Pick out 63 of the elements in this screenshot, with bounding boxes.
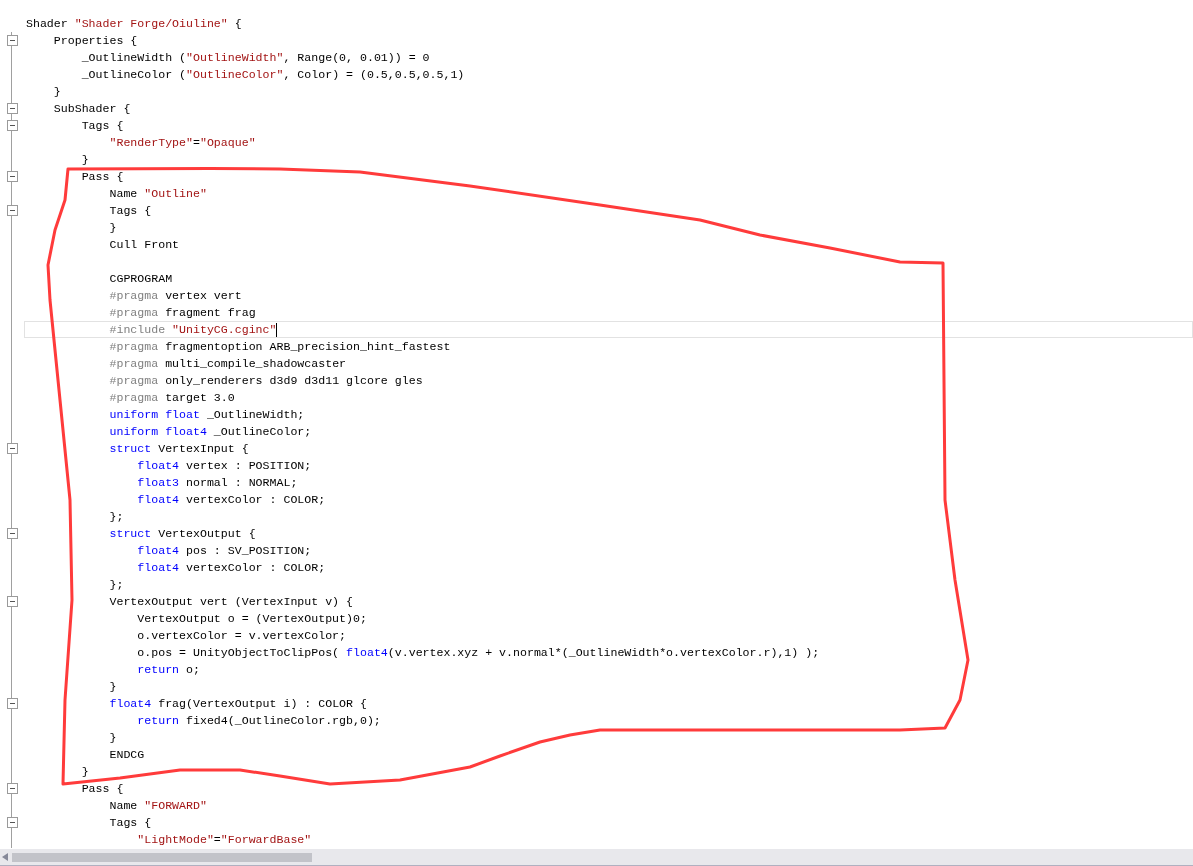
code-line: "RenderType"="Opaque" [108,135,256,150]
code-line: #pragma only_renderers d3d9 d3d11 glcore gles [108,373,423,388]
code-line: uniform float _OutlineWidth; [108,407,305,422]
collapse-icon[interactable] [6,205,18,216]
code-line: #include "UnityCG.cginc" [108,322,277,337]
code-line: float4 vertex : POSITION; [136,458,312,473]
code-line: }; [108,577,124,592]
code-line: Cull Front [108,237,180,252]
scrollbar-thumb[interactable] [12,852,312,862]
code-line: Name "FORWARD" [108,798,207,813]
code-line: o.pos = UnityObjectToClipPos( float4(v.vertex.xyz + v.normal*(_OutlineWidth*o.vertexColor.r),1) ); [136,645,820,660]
code-line: Pass { [80,169,124,184]
collapse-icon[interactable] [6,528,18,539]
collapse-icon[interactable] [6,35,18,46]
code-line: _OutlineColor ("OutlineColor", Color) = (0.5,0.5,0.5,1) [80,67,465,82]
code-line: } [80,152,89,167]
code-line: float3 normal : NORMAL; [136,475,298,490]
code-line: float4 pos : SV_POSITION; [136,543,312,558]
code-line: return fixed4(_OutlineColor.rgb,0); [136,713,381,728]
horizontal-scrollbar[interactable] [0,849,1193,866]
code-line: struct VertexInput { [108,441,249,456]
code-line: float4 vertexColor : COLOR; [136,492,326,507]
code-line: Tags { [80,118,124,133]
collapse-icon[interactable] [6,698,18,709]
collapse-icon[interactable] [6,103,18,114]
collapse-icon[interactable] [6,171,18,182]
code-line: _OutlineWidth ("OutlineWidth", Range(0, 0.01)) = 0 [80,50,430,65]
code-line: o.vertexColor = v.vertexColor; [136,628,347,643]
code-line: struct VertexOutput { [108,526,256,541]
code-line: Tags { [108,815,152,830]
code-line: SubShader { [52,101,131,116]
code-line: Name "Outline" [108,186,207,201]
code-line: Shader "Shader Forge/Oiuline" { [26,16,242,31]
code-line: #pragma fragmentoption ARB_precision_hint_fastest [108,339,451,354]
code-line: Properties { [52,33,138,48]
code-line: } [108,730,117,745]
code-line: Tags { [108,203,152,218]
collapse-icon[interactable] [6,817,18,828]
code-line: ENDCG [108,747,145,762]
scroll-left-icon[interactable] [2,853,8,861]
code-line: #pragma fragment frag [108,305,256,320]
code-line: #pragma target 3.0 [108,390,235,405]
code-line: float4 vertexColor : COLOR; [136,560,326,575]
code-line: CGPROGRAM [108,271,173,286]
code-line: #pragma vertex vert [108,288,242,303]
code-line: }; [108,509,124,524]
code-line: VertexOutput vert (VertexInput v) { [108,594,353,609]
code-line: } [108,679,117,694]
code-line: return o; [136,662,200,677]
collapse-icon[interactable] [6,783,18,794]
code-line: Pass { [80,781,124,796]
code-line: float4 frag(VertexOutput i) : COLOR { [108,696,367,711]
code-line: VertexOutput o = (VertexOutput)0; [136,611,367,626]
code-line: "LightMode"="ForwardBase" [136,832,312,847]
code-line: } [52,84,61,99]
code-line: #pragma multi_compile_shadowcaster [108,356,347,371]
collapse-icon[interactable] [6,443,18,454]
code-line: } [108,220,117,235]
collapse-icon[interactable] [6,596,18,607]
collapse-icon[interactable] [6,120,18,131]
code-line: } [80,764,89,779]
code-line: uniform float4 _OutlineColor; [108,424,312,439]
text-cursor [276,322,278,337]
